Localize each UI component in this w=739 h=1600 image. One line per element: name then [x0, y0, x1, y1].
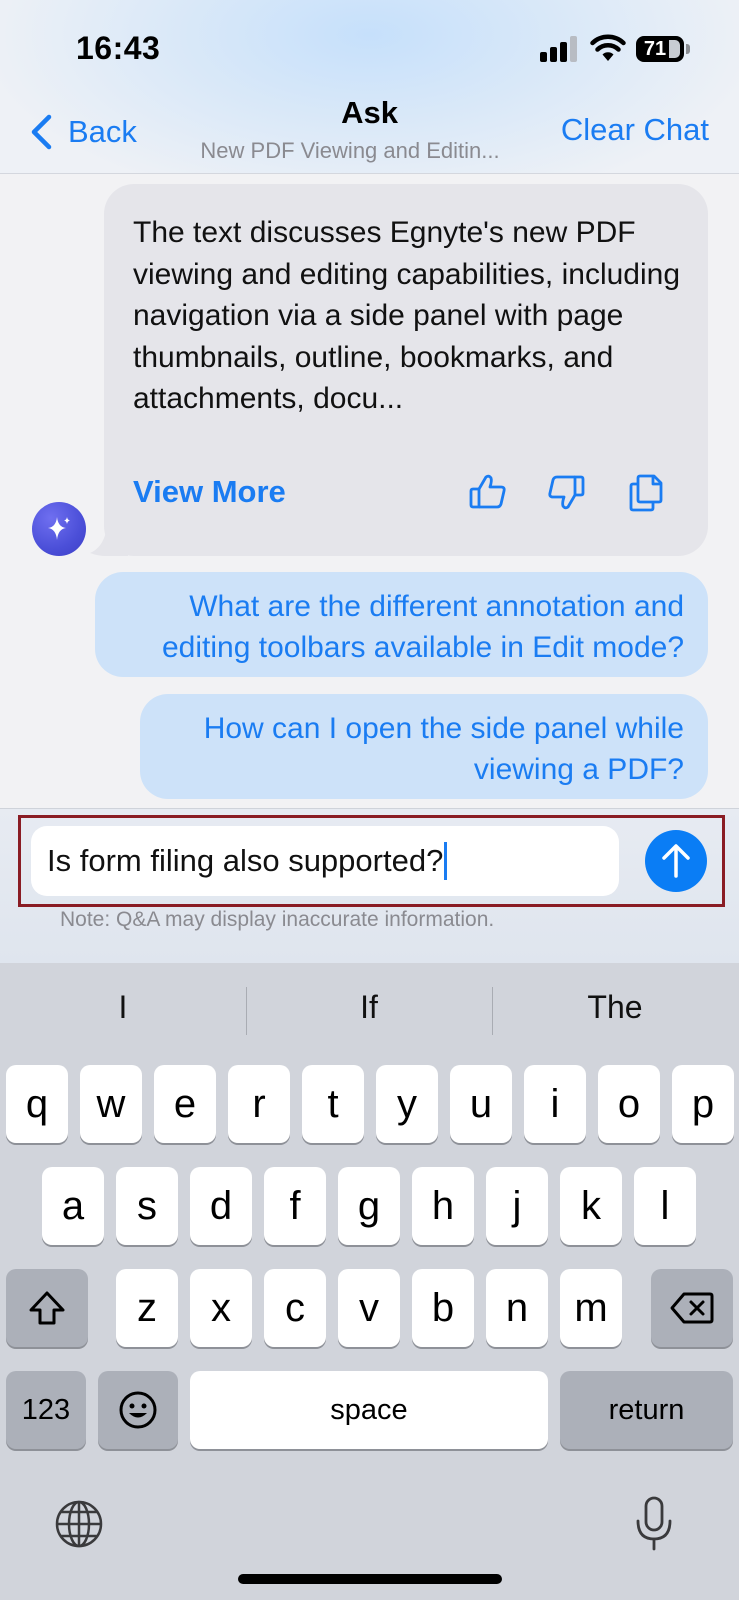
question-input-value: Is form filing also supported? — [47, 843, 444, 878]
key-q[interactable]: q — [6, 1065, 68, 1143]
sparkle-icon — [48, 517, 70, 540]
copy-icon[interactable] — [626, 472, 666, 512]
user-message-bubble[interactable]: How can I open the side panel while view… — [140, 694, 708, 799]
suggestion-item[interactable]: If — [246, 989, 492, 1026]
view-more-button[interactable]: View More — [133, 474, 286, 510]
key-b[interactable]: b — [412, 1269, 474, 1347]
battery-tip — [686, 44, 690, 54]
key-l[interactable]: l — [634, 1167, 696, 1245]
key-n[interactable]: n — [486, 1269, 548, 1347]
shift-key[interactable] — [6, 1269, 88, 1347]
battery-level: 71 — [643, 37, 667, 60]
key-k[interactable]: k — [560, 1167, 622, 1245]
key-e[interactable]: e — [154, 1065, 216, 1143]
numbers-key[interactable]: 123 — [6, 1371, 86, 1449]
thumbs-up-icon[interactable] — [468, 472, 508, 512]
key-f[interactable]: f — [264, 1167, 326, 1245]
key-u[interactable]: u — [450, 1065, 512, 1143]
key-p[interactable]: p — [672, 1065, 734, 1143]
globe-icon[interactable] — [54, 1499, 104, 1549]
key-m[interactable]: m — [560, 1269, 622, 1347]
space-key[interactable]: space — [190, 1371, 548, 1449]
emoji-key[interactable] — [98, 1371, 178, 1449]
ai-avatar — [32, 502, 86, 556]
page-subtitle: New PDF Viewing and Editin... — [200, 138, 500, 163]
key-i[interactable]: i — [524, 1065, 586, 1143]
highlight-frame: Is form filing also supported? — [18, 815, 725, 907]
wifi-icon — [590, 34, 626, 61]
key-a[interactable]: a — [42, 1167, 104, 1245]
key-d[interactable]: d — [190, 1167, 252, 1245]
home-indicator — [238, 1574, 502, 1584]
cellular-signal-icon — [540, 36, 577, 62]
key-r[interactable]: r — [228, 1065, 290, 1143]
ai-message-bubble: The text discusses Egnyte's new PDF view… — [104, 184, 708, 556]
key-c[interactable]: c — [264, 1269, 326, 1347]
emoji-icon — [119, 1391, 157, 1429]
suggestion-item[interactable]: I — [0, 989, 246, 1026]
key-z[interactable]: z — [116, 1269, 178, 1347]
arrow-up-icon — [662, 844, 690, 878]
disclaimer-text: Note: Q&A may display inaccurate informa… — [60, 908, 495, 931]
delete-key[interactable] — [651, 1269, 733, 1347]
battery-icon: 71 — [636, 36, 684, 62]
shift-icon — [29, 1291, 65, 1325]
composer: Is form filing also supported? Note: Q&A… — [0, 808, 739, 963]
key-w[interactable]: w — [80, 1065, 142, 1143]
question-input[interactable]: Is form filing also supported? — [31, 826, 619, 896]
user-message-bubble[interactable]: What are the different annotation and ed… — [95, 572, 708, 677]
thumbs-down-icon[interactable] — [546, 472, 586, 512]
key-g[interactable]: g — [338, 1167, 400, 1245]
return-key[interactable]: return — [560, 1371, 733, 1449]
key-s[interactable]: s — [116, 1167, 178, 1245]
bubble-tail — [90, 526, 128, 556]
microphone-icon[interactable] — [634, 1495, 674, 1553]
key-j[interactable]: j — [486, 1167, 548, 1245]
ai-message-text: The text discusses Egnyte's new PDF view… — [133, 216, 681, 415]
navigation-header: 16:43 71 Back Ask New PDF Viewing and Ed… — [0, 0, 739, 174]
key-v[interactable]: v — [338, 1269, 400, 1347]
clear-chat-button[interactable]: Clear Chat — [561, 112, 709, 148]
send-button[interactable] — [645, 830, 707, 892]
status-time: 16:43 — [76, 30, 161, 66]
key-o[interactable]: o — [598, 1065, 660, 1143]
key-h[interactable]: h — [412, 1167, 474, 1245]
backspace-icon — [670, 1292, 714, 1324]
key-y[interactable]: y — [376, 1065, 438, 1143]
suggestion-item[interactable]: The — [492, 989, 738, 1026]
keyboard: I If The q w e r t y u i o p a s d f g h… — [0, 963, 739, 1600]
key-t[interactable]: t — [302, 1065, 364, 1143]
key-x[interactable]: x — [190, 1269, 252, 1347]
text-caret — [444, 842, 448, 880]
suggestion-bar: I If The — [0, 963, 739, 1063]
